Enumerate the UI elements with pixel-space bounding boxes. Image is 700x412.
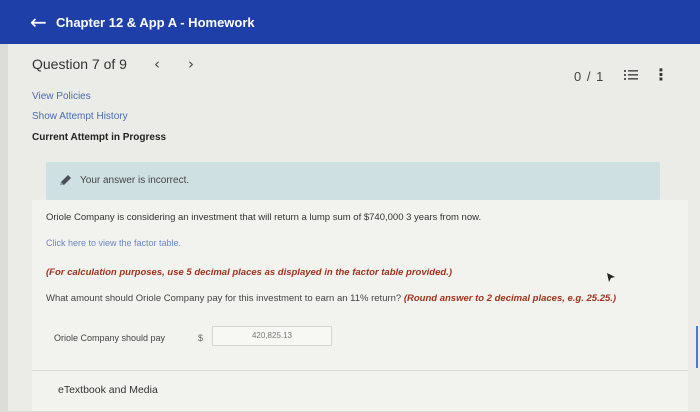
question-text: What amount should Oriole Company pay fo… bbox=[46, 293, 616, 304]
answer-input[interactable] bbox=[212, 326, 332, 346]
feedback-banner: Your answer is incorrect. bbox=[46, 162, 660, 200]
view-policies-link[interactable]: View Policies bbox=[32, 91, 91, 102]
rounding-note: (Round answer to 2 decimal places, e.g. … bbox=[403, 293, 617, 304]
factor-table-link[interactable]: Click here to view the factor table. bbox=[46, 238, 181, 248]
question-prompt: What amount should Oriole Company pay fo… bbox=[46, 293, 402, 304]
more-vertical-icon[interactable]: ⋮ bbox=[653, 65, 669, 84]
problem-statement: Oriole Company is considering an investm… bbox=[46, 212, 482, 223]
assignment-title: Chapter 12 & App A - Homework bbox=[56, 14, 255, 30]
pencil-icon bbox=[60, 175, 71, 185]
chevron-left-icon[interactable]: ‹ bbox=[154, 55, 160, 73]
currency-symbol: $ bbox=[198, 333, 204, 343]
calculation-note: (For calculation purposes, use 5 decimal… bbox=[46, 267, 452, 278]
feedback-text: Your answer is incorrect. bbox=[80, 175, 190, 186]
etextbook-label: eTextbook and Media bbox=[58, 384, 158, 396]
list-icon[interactable] bbox=[624, 68, 638, 82]
answer-label: Oriole Company should pay bbox=[54, 333, 166, 343]
question-header: Question 7 of 9 ‹ › 0 / 1 ⋮ bbox=[8, 44, 700, 84]
etextbook-section[interactable]: eTextbook and Media bbox=[32, 370, 688, 412]
chevron-right-icon[interactable]: › bbox=[188, 55, 194, 73]
mouse-cursor-icon bbox=[607, 273, 615, 282]
top-bar: ← Chapter 12 & App A - Homework bbox=[0, 0, 700, 44]
scrollbar-indicator[interactable] bbox=[696, 326, 698, 368]
show-attempt-history-link[interactable]: Show Attempt History bbox=[32, 111, 128, 122]
arrow-left-icon[interactable]: ← bbox=[30, 12, 48, 32]
question-counter: Question 7 of 9 bbox=[32, 56, 127, 72]
question-card: Oriole Company is considering an investm… bbox=[32, 200, 688, 411]
question-page: Question 7 of 9 ‹ › 0 / 1 ⋮ View Policie… bbox=[8, 44, 700, 411]
score-display: 0 / 1 bbox=[574, 69, 605, 84]
current-attempt-label: Current Attempt in Progress bbox=[32, 132, 167, 143]
